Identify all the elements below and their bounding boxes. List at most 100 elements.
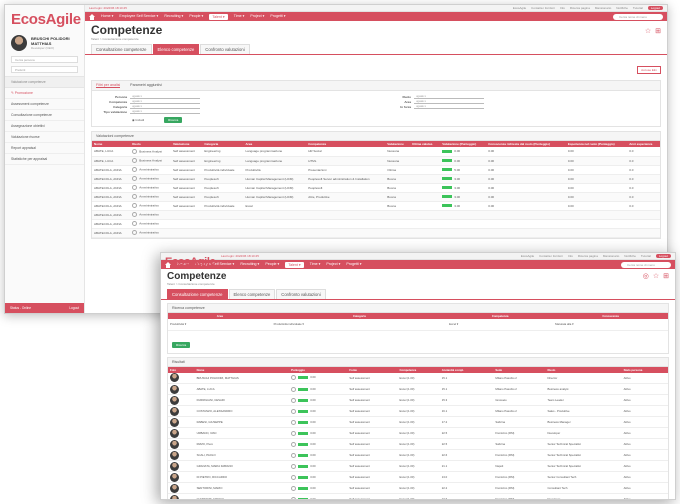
criteria-cell[interactable]: Produttività individuale ▾ <box>271 319 448 331</box>
topbar-link[interactable]: Mansionario <box>595 6 611 10</box>
info-icon[interactable] <box>291 463 297 469</box>
breadcrumb-2[interactable]: Talent > Consultazione competenze <box>161 282 675 286</box>
filter-select[interactable]: uguale ▾ <box>414 95 484 99</box>
filter-select[interactable]: uguale ▾ <box>130 95 200 99</box>
info-icon[interactable] <box>132 221 138 226</box>
tab-consultazione-competenze[interactable]: Consultazione competenze <box>91 44 152 54</box>
search-button-2[interactable]: Ricerca <box>172 341 191 348</box>
topbar-link[interactable]: Mansionario <box>603 254 619 258</box>
home-icon[interactable] <box>165 261 171 268</box>
nav-item-progetti[interactable]: Progetti ▾ <box>346 262 361 268</box>
nav-item-time[interactable]: Time ▾ <box>234 14 245 20</box>
sidebar-item[interactable]: Assessment competenze <box>5 99 84 110</box>
info-icon[interactable] <box>132 203 138 208</box>
menu-search-input[interactable]: Cerca nome di menu <box>613 13 663 20</box>
info-icon[interactable] <box>291 485 297 491</box>
info-icon[interactable] <box>291 430 297 436</box>
table-row[interactable]: ABATECOLA, ANNA Amministrativo Self assess… <box>92 201 660 211</box>
filter-select[interactable]: uguale ▾ <box>414 105 484 109</box>
nav-item-recruiting[interactable]: Recruiting ▾ <box>164 14 183 20</box>
nav-item-progetti[interactable]: Progetti ▾ <box>270 14 285 20</box>
table-row[interactable]: SENTORINI, MARIO 3.00 Self assessment Excel… <box>168 482 668 494</box>
info-icon[interactable] <box>291 397 297 403</box>
table-row[interactable]: ABATE, LUCA Business Analyst Self assessme… <box>92 156 660 166</box>
logout-link[interactable]: Logout <box>69 306 79 310</box>
topbar-link[interactable]: Tutorial <box>633 6 643 10</box>
info-icon[interactable] <box>132 176 138 181</box>
filter-select[interactable]: uguale ▾ <box>414 100 484 104</box>
info-icon[interactable] <box>132 212 138 217</box>
nav-item-talent[interactable]: Talent ▾ <box>285 261 304 268</box>
user-card[interactable]: BRUSCHI POLIDORI MATTHIAS Developer (CEO… <box>5 33 84 53</box>
table-row[interactable]: FURRIGIANI, CESARI 3.00 Self assessment Exc… <box>168 394 668 406</box>
topbar-link[interactable]: Tutorial <box>641 254 651 258</box>
table-row[interactable]: RIZZO, Piero 3.00 Self assessment Excel (1.… <box>168 438 668 450</box>
table-row[interactable]: ABATE, LUCA Business Analyst Self assessme… <box>92 147 660 157</box>
table-row[interactable]: ABATECOLA, ANNA Amministrativo <box>92 210 660 220</box>
topbar-link[interactable]: Ricerca pagina <box>578 254 598 258</box>
tab-consultazione-competenze[interactable]: Consultazione competenze <box>167 289 228 299</box>
topbar-link[interactable]: Contatta i fornitori <box>539 254 563 258</box>
info-icon[interactable] <box>291 419 297 425</box>
info-icon[interactable] <box>291 386 297 392</box>
sidebar-item[interactable]: ✎ Promozione <box>5 88 84 99</box>
info-icon[interactable] <box>132 158 138 163</box>
nav-item-people[interactable]: People ▾ <box>265 262 279 268</box>
export-button[interactable]: Accuse Elm <box>637 66 661 74</box>
topbar-link[interactable]: Notifiche <box>616 6 628 10</box>
criteria-cell[interactable]: Produttività ▾ <box>168 319 272 331</box>
topbar-link[interactable]: Logout <box>655 254 671 258</box>
info-icon[interactable] <box>132 194 138 199</box>
nav-item-talent[interactable]: Talent ▾ <box>209 13 228 20</box>
info-icon[interactable] <box>291 441 297 447</box>
person-search-input[interactable]: Cerca persona <box>11 56 78 63</box>
app-logo-2[interactable]: EcosAgile <box>165 256 216 268</box>
nav-item-project[interactable]: Project ▾ <box>326 262 340 268</box>
table-row[interactable]: COSTANZO, ALESSANDRO 3.00 Self assessment E… <box>168 405 668 417</box>
info-icon[interactable] <box>291 408 297 414</box>
filter-select[interactable]: uguale ▾ <box>130 100 200 104</box>
filter-tab[interactable]: Filtri per analisi <box>96 83 121 88</box>
info-icon[interactable] <box>132 185 138 190</box>
info-icon[interactable] <box>132 230 138 235</box>
star-icon[interactable]: ☆ <box>645 27 651 35</box>
filter-select[interactable]: uguale ▾ <box>130 105 200 109</box>
topbar-link[interactable]: Ricerca pagina <box>570 6 590 10</box>
topbar-link[interactable]: Info <box>560 6 565 10</box>
topbar-link[interactable]: EcosAgile <box>513 6 526 10</box>
table-row[interactable]: ABATECOLA, ANNA Amministrativo Self assess… <box>92 174 660 184</box>
nav-item-home[interactable]: Home ▾ <box>101 14 113 20</box>
table-row[interactable]: ABATE, LUCA 3.00 Self assessment Excel (1.0… <box>168 383 668 395</box>
favorites-select[interactable]: Preferiti <box>11 66 78 73</box>
include-checkbox[interactable]: ◉ Includi <box>132 118 144 122</box>
star-icon[interactable]: ☆ <box>653 272 659 280</box>
info-icon[interactable] <box>291 474 297 480</box>
nav-item-recruiting[interactable]: Recruiting ▾ <box>240 262 259 268</box>
search-button[interactable]: Ricerca <box>164 117 183 123</box>
info-icon[interactable] <box>132 148 138 154</box>
tab-elenco-competenze[interactable]: Elenco competenze <box>228 289 276 299</box>
table-row[interactable]: ABATECOLA, ANNA Amministrativo Self assess… <box>92 183 660 193</box>
sidebar-item[interactable]: Report appraisal <box>5 143 84 154</box>
topbar-link[interactable]: Contatta i fornitori <box>531 6 555 10</box>
tab-elenco-competenze[interactable]: Elenco competenze <box>152 44 200 54</box>
sidebar-item[interactable]: Assegnazione obiettivi <box>5 121 84 132</box>
home-icon[interactable] <box>89 13 95 20</box>
table-row[interactable]: ABATECOLA, ANNA Amministrativo <box>92 219 660 229</box>
topbar-link[interactable]: Logout <box>647 6 663 10</box>
sidebar-item[interactable]: Statistiche per appraisal <box>5 154 84 165</box>
table-row[interactable]: DI PIETRO, RICCARDO 3.00 Self assessment Ex… <box>168 471 668 483</box>
table-row[interactable]: GRANATA, MARIA FABIANO 3.00 Self assessmen… <box>168 460 668 472</box>
menu-search-input-2[interactable]: Cerca nome di menu <box>621 261 671 268</box>
table-row[interactable]: URBANO, IVAN 3.00 Self assessment Excel (1.… <box>168 427 668 439</box>
nav-item-employee-self-service[interactable]: Employee Self Service ▾ <box>119 14 158 20</box>
info-icon[interactable] <box>291 452 297 458</box>
criteria-cell[interactable]: Excel ▾ <box>447 319 554 331</box>
sidebar-item[interactable]: Consultazione competenze <box>5 110 84 121</box>
info-icon[interactable] <box>291 375 297 381</box>
filter-select[interactable]: uguale ▾ <box>130 110 200 114</box>
grid-icon[interactable]: ⊞ <box>655 27 661 35</box>
nav-item-time[interactable]: Time ▾ <box>310 262 321 268</box>
grid-icon[interactable]: ⊞ <box>663 272 669 280</box>
bell-icon[interactable]: ◎ <box>643 272 649 280</box>
